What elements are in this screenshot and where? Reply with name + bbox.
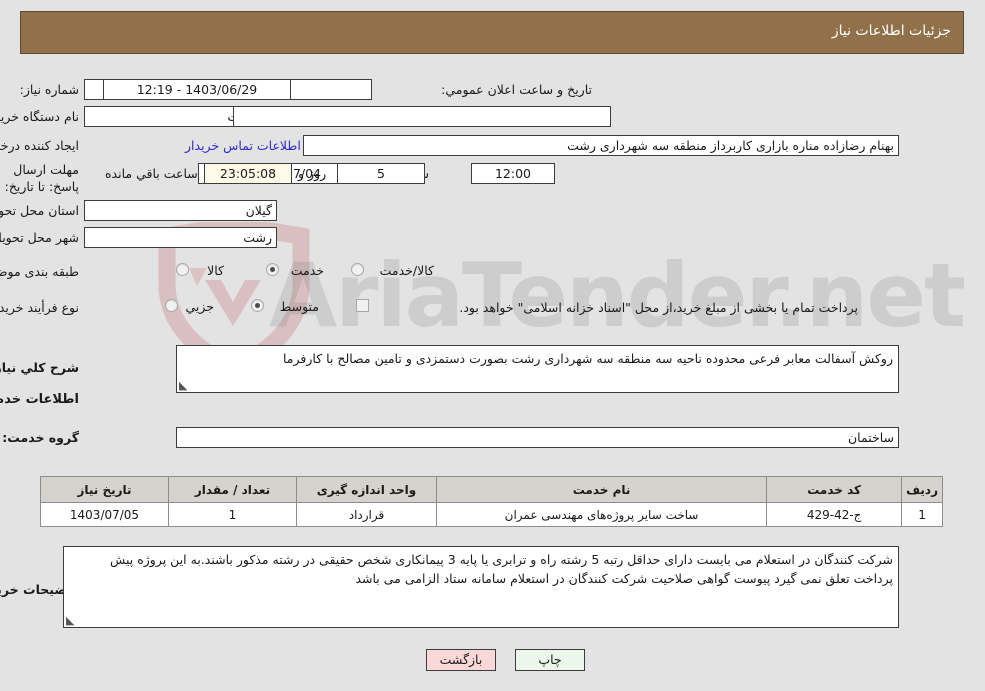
city-value: رشت — [85, 227, 278, 248]
resize-grip-icon[interactable]: ◢ — [180, 379, 192, 392]
col-service-name: نام خدمت — [436, 476, 769, 503]
radio-process-jozi[interactable] — [166, 299, 179, 312]
buyer-org-label: نام دستگاه خریدار: — [0, 109, 80, 124]
creator-value: بهنام رضازاده مناره بازاری کاربرداز منطق… — [304, 135, 900, 156]
deadline-label: مهلت ارسال پاسخ: تا تاریخ: — [5, 162, 80, 194]
table-row[interactable]: 1 ج-42-429 ساخت سایر پروژه‌های مهندسی عم… — [41, 502, 944, 527]
need-number-label: شماره نیاز: — [20, 82, 80, 97]
days-value: 5 — [338, 163, 426, 184]
radio-category-khadamat-label[interactable]: خدمت — [292, 263, 325, 278]
treasury-bonds-note: پرداخت تمام یا بخشی از مبلغ خرید،از محل … — [460, 300, 859, 315]
radio-category-kala-khadamat-label[interactable]: کالا/خدمت — [381, 263, 435, 278]
days-unit-label: روز و — [299, 166, 328, 181]
radio-category-khadamat[interactable] — [267, 263, 280, 276]
buyer-contact-link[interactable]: اطلاعات تماس خریدار — [186, 138, 302, 153]
service-group-label: گروه خدمت: — [3, 430, 80, 445]
cell-row-no: 1 — [902, 502, 944, 527]
service-group-value: ساختمان — [177, 427, 900, 448]
page-title: جزئیات اطلاعات نیاز — [832, 23, 952, 39]
radio-process-jozi-label[interactable]: جزیي — [186, 299, 215, 314]
col-quantity: تعداد / مقدار — [169, 476, 298, 503]
radio-category-kala-label[interactable]: کالا — [208, 263, 225, 278]
description-textarea[interactable]: روکش آسفالت معابر فرعی محدوده ناحیه سه م… — [177, 345, 900, 393]
cell-service-name: ساخت سایر پروژه‌های مهندسی عمران — [436, 502, 769, 527]
col-service-code: کد خدمت — [767, 476, 904, 503]
hour-value: 12:00 — [472, 163, 556, 184]
public-announce-label: تاریخ و ساعت اعلان عمومي: — [442, 82, 593, 97]
treasury-bonds-checkbox[interactable] — [357, 299, 370, 312]
cell-need-date: 1403/07/05 — [41, 502, 170, 527]
page-header-bar: جزئیات اطلاعات نیاز — [21, 11, 965, 54]
buyer-notes-textarea[interactable]: شرکت کنندگان در استعلام می بایست دارای ح… — [64, 546, 900, 628]
need-details-page: AriaTender.net جزئیات اطلاعات نیاز شماره… — [0, 0, 985, 691]
col-row-no: ردیف — [902, 476, 944, 503]
creator-label: ایجاد کننده درخواست: — [0, 138, 80, 153]
city-label: شهر محل تحویل: — [0, 230, 80, 245]
province-value: گیلان — [85, 200, 278, 221]
countdown-value: 23:05:08 — [205, 163, 293, 184]
description-value: روکش آسفالت معابر فرعی محدوده ناحیه سه م… — [283, 351, 894, 366]
buyer-org-extra — [234, 106, 612, 127]
radio-category-kala[interactable] — [177, 263, 190, 276]
process-type-label: نوع فرأیند خرید : — [0, 300, 80, 315]
buyer-notes-value: شرکت کنندگان در استعلام می بایست دارای ح… — [111, 552, 894, 586]
radio-process-motevaset-label[interactable]: متوسط — [281, 299, 320, 314]
radio-category-kala-khadamat[interactable] — [352, 263, 365, 276]
resize-grip-icon[interactable]: ◢ — [67, 614, 79, 627]
back-button[interactable]: بازگشت — [427, 649, 497, 671]
countdown-suffix-label: ساعت باقي مانده — [106, 166, 199, 181]
public-announce-value: 1403/06/29 - 12:19 — [104, 79, 292, 100]
description-label: شرح کلي نیاز: — [0, 360, 80, 375]
col-need-date: تاریخ نیاز — [41, 476, 170, 503]
cell-unit: قرارداد — [297, 502, 438, 527]
print-button[interactable]: چاپ — [516, 649, 586, 671]
table-header-row: ردیف کد خدمت نام خدمت واحد اندازه گیری ت… — [41, 476, 944, 503]
col-unit: واحد اندازه گیری — [297, 476, 438, 503]
cell-service-code: ج-42-429 — [767, 502, 904, 527]
category-label: طبقه بندی موضوعی: — [0, 264, 80, 279]
services-table: ردیف کد خدمت نام خدمت واحد اندازه گیری ت… — [41, 476, 944, 527]
cell-quantity: 1 — [169, 502, 298, 527]
province-label: استان محل تحویل: — [0, 203, 80, 218]
radio-process-motevaset[interactable] — [252, 299, 265, 312]
services-section-heading: اطلاعات خدمات مورد نیاز — [0, 392, 80, 407]
